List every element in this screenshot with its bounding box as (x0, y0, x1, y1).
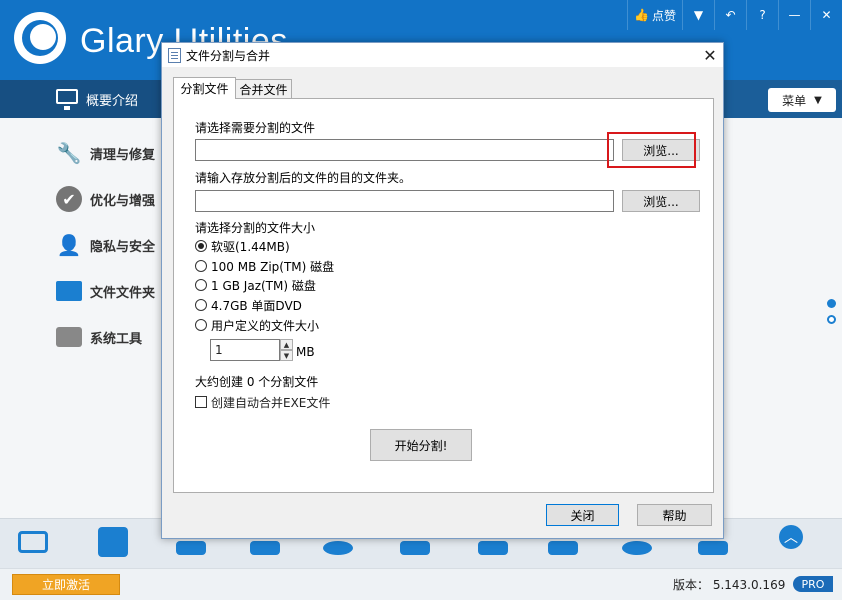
gears-icon[interactable] (400, 541, 430, 555)
close-window-button[interactable]: ✕ (810, 0, 842, 30)
menu-button[interactable]: 菜单 ▼ (768, 88, 836, 112)
size-option-zip[interactable]: 100 MB Zip(TM) 磁盘 (195, 258, 334, 274)
sidebar-item-label: 系统工具 (90, 331, 143, 347)
chevron-up-icon: ▲ (283, 340, 290, 349)
size-option-label: 1 GB Jaz(TM) 磁盘 (211, 278, 316, 293)
skin-button[interactable]: ▼ (682, 0, 714, 30)
app-logo-icon (14, 12, 66, 64)
minimize-icon: — (788, 8, 801, 22)
chevron-down-icon: ▼ (283, 351, 290, 360)
minimize-button[interactable]: — (778, 0, 810, 30)
dialog-title: 文件分割与合并 (186, 49, 271, 63)
shirt-icon: ▼ (693, 8, 704, 22)
size-option-label: 100 MB Zip(TM) 磁盘 (211, 259, 335, 274)
recycle-icon[interactable] (478, 541, 508, 555)
exe-checkbox[interactable] (195, 396, 207, 408)
radio-button[interactable] (195, 319, 207, 331)
tab-split-file[interactable]: 分割文件 (173, 77, 236, 99)
like-label: 点赞 (651, 8, 676, 23)
topbar-actions: 👍 点赞 ▼ ↶ ? — ✕ (627, 0, 842, 30)
help-top-button[interactable]: ? (746, 0, 778, 30)
monitor-icon (56, 89, 78, 110)
tab-merge-file[interactable]: 合并文件 (235, 79, 292, 99)
undo-button[interactable]: ↶ (714, 0, 746, 30)
browse-destination-button[interactable]: 浏览... (622, 190, 700, 212)
shield-icon[interactable] (250, 541, 280, 555)
file-split-merge-dialog: 文件分割与合并 ✕ 分割文件 合并文件 请选择需要分割的文件 浏览... 请输入… (161, 42, 724, 539)
size-unit-label: MB (296, 345, 315, 359)
size-option-label: 用户定义的文件大小 (211, 318, 320, 333)
broom-icon: 🔧 (56, 141, 82, 165)
destination-folder-field[interactable] (195, 190, 614, 212)
chevron-up-icon: ︿ (784, 530, 798, 546)
sidebar-item-label: 清理与修复 (90, 147, 156, 163)
folder-icon (56, 281, 82, 301)
like-button[interactable]: 👍 点赞 (627, 0, 682, 30)
menu-label: 菜单 (782, 93, 807, 108)
chevron-down-icon: ▼ (814, 94, 822, 106)
source-file-label: 请选择需要分割的文件 (195, 121, 316, 135)
sidebar-item-label: 隐私与安全 (90, 239, 156, 255)
sidebar-item-label: 文件文件夹 (90, 285, 156, 301)
status-bar: 立即激活 版本： 5.143.0.169 PRO (0, 568, 842, 600)
estimate-text: 大约创建 0 个分割文件 (195, 375, 319, 389)
version-text: 版本： 5.143.0.169 (673, 578, 786, 592)
page-dot-active[interactable] (827, 299, 836, 308)
size-option-custom[interactable]: 用户定义的文件大小 (195, 317, 319, 333)
custom-size-input[interactable]: 1 (210, 339, 280, 361)
disk-icon[interactable] (176, 541, 206, 555)
start-split-button[interactable]: 开始分割! (370, 429, 472, 461)
help-button[interactable]: 帮助 (637, 504, 712, 526)
radio-button[interactable] (195, 260, 207, 272)
size-option-label: 4.7GB 单面DVD (211, 298, 302, 313)
checkmark-icon: ✔ (56, 186, 82, 212)
dialog-titlebar[interactable]: 文件分割与合并 ✕ (162, 43, 723, 67)
sidebar-item-label: 优化与增强 (90, 193, 156, 209)
window-icon[interactable] (698, 541, 728, 555)
toolbox-icon (56, 327, 82, 347)
tab-overview-label: 概要介绍 (86, 93, 139, 109)
globe-icon[interactable] (622, 541, 652, 555)
activate-button[interactable]: 立即激活 (12, 574, 120, 595)
user-lock-icon: 👤 (56, 233, 82, 257)
tab-overview[interactable]: 概要介绍 (0, 80, 165, 118)
size-option-floppy[interactable]: 软驱(1.44MB) (195, 238, 290, 254)
close-button[interactable]: 关闭 (546, 504, 619, 526)
size-option-dvd[interactable]: 4.7GB 单面DVD (195, 297, 302, 313)
split-size-label: 请选择分割的文件大小 (195, 221, 316, 235)
close-icon: ✕ (821, 8, 832, 22)
grid-icon[interactable] (98, 527, 128, 557)
scroll-up-button[interactable]: ︿ (779, 525, 803, 549)
close-icon: ✕ (703, 45, 717, 65)
size-option-label: 软驱(1.44MB) (211, 239, 290, 254)
split-tab-panel: 请选择需要分割的文件 浏览... 请输入存放分割后的文件的目的文件夹。 浏览..… (173, 98, 714, 493)
size-option-jaz[interactable]: 1 GB Jaz(TM) 磁盘 (195, 277, 316, 293)
upload-icon[interactable] (548, 541, 578, 555)
source-file-field[interactable] (195, 139, 614, 161)
radio-button[interactable] (195, 240, 207, 252)
document-icon (168, 48, 181, 63)
exe-checkbox-label: 创建自动合并EXE文件 (211, 395, 331, 410)
exe-checkbox-row[interactable]: 创建自动合并EXE文件 (195, 394, 330, 410)
pro-badge: PRO (793, 576, 833, 592)
radio-button[interactable] (195, 299, 207, 311)
undo-icon: ↶ (725, 8, 736, 22)
page-dot[interactable] (827, 315, 836, 324)
spin-up-button[interactable]: ▲ (280, 339, 293, 350)
tablet-icon[interactable] (18, 531, 48, 553)
thumbs-up-icon: 👍 (634, 8, 649, 22)
browse-source-button[interactable]: 浏览... (622, 139, 700, 161)
help-icon: ? (759, 8, 766, 22)
dialog-close-button[interactable]: ✕ (697, 43, 723, 67)
radio-button[interactable] (195, 279, 207, 291)
disc-icon[interactable] (323, 541, 353, 555)
destination-folder-label: 请输入存放分割后的文件的目的文件夹。 (195, 171, 412, 185)
spin-down-button[interactable]: ▼ (280, 350, 293, 361)
